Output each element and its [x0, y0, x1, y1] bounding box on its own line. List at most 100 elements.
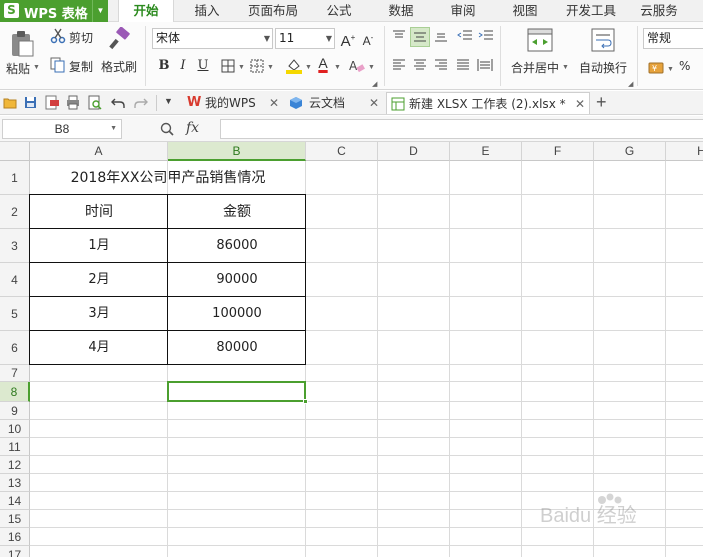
- table-header-cell[interactable]: 时间: [30, 195, 168, 229]
- row-header[interactable]: 7: [0, 365, 30, 382]
- format-painter-icon[interactable]: [108, 27, 132, 51]
- table-data-cell[interactable]: 80000: [168, 331, 306, 365]
- row-header[interactable]: 6: [0, 331, 30, 365]
- row-header[interactable]: 5: [0, 297, 30, 331]
- redo-icon[interactable]: [134, 96, 148, 109]
- tab-page-layout[interactable]: 页面布局: [240, 0, 306, 22]
- distributed-align-icon[interactable]: [477, 58, 493, 72]
- row-header[interactable]: 8: [0, 382, 30, 402]
- column-header[interactable]: A: [30, 142, 168, 161]
- font-name-select[interactable]: 宋体 ▼: [152, 28, 273, 49]
- save-icon[interactable]: [24, 96, 37, 109]
- row-header[interactable]: 14: [0, 492, 30, 510]
- increase-font-size-button[interactable]: A+: [339, 29, 357, 50]
- app-menu-button[interactable]: S WPS 表格 ▼: [0, 0, 108, 22]
- table-data-cell[interactable]: 3月: [30, 297, 168, 331]
- justify-icon[interactable]: [456, 59, 470, 71]
- row-header[interactable]: 17: [0, 546, 30, 557]
- row-header[interactable]: 11: [0, 438, 30, 456]
- row-header[interactable]: 16: [0, 528, 30, 546]
- select-all-corner[interactable]: [0, 142, 30, 161]
- copy-icon[interactable]: [50, 57, 66, 73]
- fill-handle[interactable]: [303, 399, 308, 404]
- cell-style-icon[interactable]: [250, 59, 264, 73]
- open-folder-icon[interactable]: [3, 96, 17, 109]
- paste-icon[interactable]: [9, 30, 35, 58]
- decrease-font-size-button[interactable]: A-: [359, 29, 377, 48]
- clear-format-icon[interactable]: A: [349, 58, 365, 74]
- merge-center-dropdown-icon[interactable]: ▼: [562, 64, 569, 71]
- name-box[interactable]: B8 ▼: [2, 119, 122, 139]
- cut-button[interactable]: 剪切: [69, 29, 93, 46]
- column-header[interactable]: B: [168, 142, 306, 161]
- column-header[interactable]: E: [450, 142, 522, 161]
- border-dropdown-icon[interactable]: ▼: [238, 64, 245, 71]
- tab-developer[interactable]: 开发工具: [560, 0, 622, 22]
- format-painter-button[interactable]: 格式刷: [101, 58, 137, 75]
- column-header[interactable]: C: [306, 142, 378, 161]
- number-format-select[interactable]: 常规: [643, 28, 703, 49]
- align-right-icon[interactable]: [434, 59, 448, 71]
- table-data-cell[interactable]: 4月: [30, 331, 168, 365]
- tab-view[interactable]: 视图: [498, 0, 552, 22]
- align-top-icon[interactable]: [392, 30, 406, 42]
- doc-tab-my-wps[interactable]: W 我的WPS ✕: [185, 92, 282, 114]
- close-icon[interactable]: ✕: [575, 93, 585, 115]
- column-header[interactable]: G: [594, 142, 666, 161]
- fill-color-icon[interactable]: [285, 56, 303, 74]
- tab-data[interactable]: 数据: [374, 0, 428, 22]
- percent-style-button[interactable]: %: [679, 59, 690, 73]
- copy-button[interactable]: 复制: [69, 58, 93, 75]
- align-bottom-icon[interactable]: [434, 30, 448, 42]
- print-preview-icon[interactable]: [88, 95, 102, 110]
- align-middle-button[interactable]: [410, 27, 430, 47]
- cell-style-dropdown-icon[interactable]: ▼: [267, 64, 274, 71]
- customize-toolbar-dropdown-icon[interactable]: ▼: [164, 96, 173, 106]
- undo-icon[interactable]: [111, 96, 125, 109]
- align-left-icon[interactable]: [392, 59, 406, 71]
- underline-button[interactable]: U: [194, 57, 212, 75]
- table-header-cell[interactable]: 金额: [168, 195, 306, 229]
- table-data-cell[interactable]: 90000: [168, 263, 306, 297]
- export-pdf-icon[interactable]: [44, 95, 60, 110]
- decrease-indent-icon[interactable]: [457, 29, 473, 43]
- table-title-cell[interactable]: 2018年XX公司甲产品销售情况: [30, 161, 306, 195]
- row-header[interactable]: 10: [0, 420, 30, 438]
- column-header[interactable]: D: [378, 142, 450, 161]
- tab-home[interactable]: 开始: [118, 0, 174, 23]
- currency-dropdown-icon[interactable]: ▼: [667, 66, 674, 73]
- row-header[interactable]: 9: [0, 402, 30, 420]
- merge-center-button[interactable]: 合并居中: [511, 59, 559, 76]
- row-header[interactable]: 1: [0, 161, 30, 195]
- insert-function-button[interactable]: fx: [186, 120, 199, 136]
- wrap-text-button[interactable]: 自动换行: [579, 59, 627, 76]
- font-dialog-launcher-icon[interactable]: ◢: [372, 80, 377, 88]
- doc-tab-cloud-docs[interactable]: 云文档 ✕: [287, 92, 382, 114]
- tab-insert[interactable]: 插入: [180, 0, 234, 22]
- column-header[interactable]: H: [666, 142, 703, 161]
- font-color-dropdown-icon[interactable]: ▼: [334, 64, 341, 71]
- row-header[interactable]: 3: [0, 229, 30, 263]
- scissors-icon[interactable]: [50, 28, 66, 44]
- merge-center-icon[interactable]: [527, 28, 553, 52]
- currency-format-icon[interactable]: ¥: [648, 58, 666, 76]
- alignment-dialog-launcher-icon[interactable]: ◢: [628, 80, 633, 88]
- wrap-text-icon[interactable]: [591, 28, 615, 52]
- row-header[interactable]: 15: [0, 510, 30, 528]
- tab-review[interactable]: 审阅: [436, 0, 490, 22]
- align-center-icon[interactable]: [413, 59, 427, 71]
- border-icon[interactable]: [221, 59, 235, 73]
- font-size-select[interactable]: 11 ▼: [275, 28, 335, 49]
- table-data-cell[interactable]: 100000: [168, 297, 306, 331]
- selected-cell-outline[interactable]: [167, 381, 306, 402]
- fill-color-dropdown-icon[interactable]: ▼: [305, 64, 312, 71]
- close-icon[interactable]: ✕: [269, 92, 279, 114]
- row-header[interactable]: 4: [0, 263, 30, 297]
- row-header[interactable]: 13: [0, 474, 30, 492]
- row-header[interactable]: 2: [0, 195, 30, 229]
- row-header[interactable]: 12: [0, 456, 30, 474]
- table-data-cell[interactable]: 1月: [30, 229, 168, 263]
- paste-dropdown-icon[interactable]: ▼: [33, 64, 40, 71]
- clear-format-dropdown-icon[interactable]: ▼: [368, 64, 375, 71]
- doc-tab-active-workbook[interactable]: 新建 XLSX 工作表 (2).xlsx * ✕: [386, 92, 590, 114]
